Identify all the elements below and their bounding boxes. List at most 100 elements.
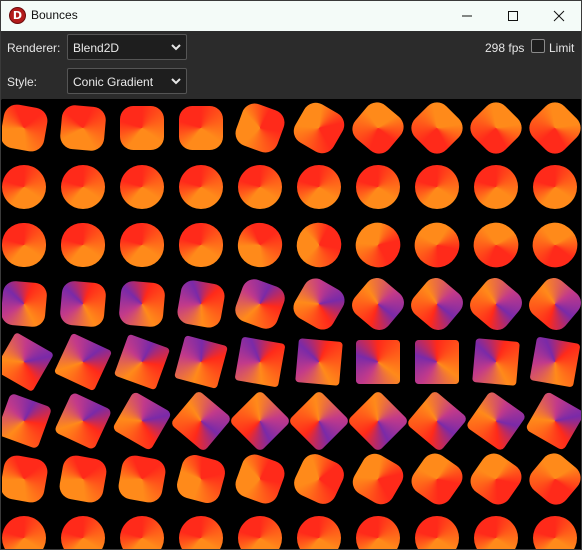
- bouncing-shape: [231, 275, 289, 332]
- limit-checkbox[interactable]: [531, 39, 545, 53]
- bouncing-shape: [234, 219, 286, 271]
- bouncing-shape: [465, 272, 527, 335]
- bouncing-shape: [533, 164, 577, 209]
- bouncing-shape: [179, 164, 223, 209]
- bouncing-shape: [356, 340, 400, 384]
- bouncing-shape: [405, 99, 469, 160]
- bouncing-shape: [2, 392, 53, 449]
- bouncing-shape: [61, 164, 105, 209]
- bouncing-shape: [406, 389, 468, 452]
- bouncing-shape: [111, 390, 173, 451]
- bouncing-shape: [61, 515, 105, 549]
- bouncing-shape: [59, 104, 107, 152]
- renderer-select-value: Blend2D: [73, 41, 120, 55]
- bouncing-shape: [347, 99, 409, 159]
- style-select-value: Conic Gradient: [73, 75, 154, 89]
- bouncing-shape: [228, 389, 292, 452]
- bouncing-shape: [465, 389, 527, 452]
- app-logo-icon: D: [9, 7, 26, 24]
- bouncing-shape: [174, 452, 228, 506]
- maximize-button[interactable]: [490, 1, 536, 31]
- style-label: Style:: [7, 75, 38, 89]
- bouncing-shape: [474, 164, 518, 209]
- bouncing-shape: [295, 338, 343, 386]
- bouncing-shape: [231, 450, 289, 508]
- bouncing-shape: [231, 99, 289, 157]
- bouncing-shape: [2, 453, 50, 505]
- bouncing-shape: [61, 223, 105, 267]
- bouncing-shape: [406, 448, 468, 510]
- bouncing-shape: [2, 102, 50, 154]
- bouncing-shape: [175, 278, 227, 329]
- window-title: Bounces: [31, 8, 78, 22]
- bouncing-shape: [472, 338, 520, 386]
- fps-counter: 298 fps: [485, 41, 525, 55]
- bouncing-shape: [179, 223, 223, 267]
- renderer-label: Renderer:: [7, 41, 61, 55]
- bouncing-shape: [53, 332, 113, 392]
- minimize-icon: [462, 15, 472, 17]
- bouncing-shape: [529, 336, 581, 388]
- bouncing-shape: [465, 448, 527, 510]
- bouncing-shape: [179, 106, 223, 150]
- bouncing-shape: [118, 279, 166, 328]
- renderer-select[interactable]: Blend2D: [67, 34, 187, 60]
- render-canvas[interactable]: [2, 99, 581, 549]
- bouncing-shape: [288, 273, 350, 334]
- bouncing-shape: [57, 453, 109, 505]
- app-window: D Bounces Renderer: Blend2D 298 fps Limi…: [0, 0, 582, 550]
- bouncing-shape: [524, 272, 581, 335]
- bouncing-shape: [297, 515, 341, 549]
- bouncing-shape: [356, 515, 400, 549]
- bouncing-shape: [464, 99, 528, 160]
- bouncing-shape: [287, 389, 351, 452]
- bouncing-shape: [533, 515, 577, 549]
- bouncing-shape: [174, 335, 228, 389]
- bouncing-shape: [2, 223, 46, 267]
- bouncing-shape: [120, 223, 164, 267]
- bouncing-shape: [113, 333, 171, 391]
- bouncing-shape: [116, 453, 168, 505]
- bouncing-shape: [406, 214, 468, 276]
- bouncing-shape: [238, 164, 282, 209]
- bouncing-shape: [238, 515, 282, 549]
- bouncing-shape: [524, 390, 581, 451]
- bouncing-shape: [288, 99, 350, 159]
- renderer-toolbar: Renderer: Blend2D 298 fps Limit: [1, 31, 581, 66]
- style-toolbar: Style: Conic Gradient: [1, 65, 581, 100]
- bouncing-shape: [289, 449, 349, 509]
- bouncing-shape: [53, 391, 113, 450]
- bouncing-shape: [2, 279, 48, 328]
- bouncing-shape: [347, 448, 409, 510]
- bouncing-shape: [234, 336, 286, 388]
- bouncing-shape: [474, 515, 518, 549]
- bouncing-shape: [179, 515, 223, 549]
- title-bar[interactable]: D Bounces: [1, 1, 581, 32]
- style-select[interactable]: Conic Gradient: [67, 68, 187, 94]
- bouncing-shape: [406, 272, 468, 335]
- bouncing-shape: [170, 389, 232, 452]
- maximize-icon: [508, 11, 518, 21]
- bouncing-shape: [356, 164, 400, 209]
- bouncing-shape: [120, 164, 164, 209]
- bouncing-shape: [523, 99, 581, 160]
- bouncing-shape: [415, 515, 459, 549]
- bouncing-shape: [524, 214, 581, 276]
- bouncing-shape: [465, 214, 527, 276]
- limit-label[interactable]: Limit: [549, 41, 574, 55]
- bouncing-shape: [415, 340, 459, 384]
- bouncing-shape: [347, 214, 409, 276]
- bouncing-shape: [2, 515, 46, 549]
- bouncing-shape: [297, 164, 341, 209]
- bouncing-shape: [290, 216, 348, 274]
- bouncing-shape: [2, 164, 46, 209]
- bouncing-shape: [524, 448, 581, 510]
- bouncing-shape: [59, 279, 107, 328]
- chevron-down-icon: [171, 44, 181, 51]
- bouncing-shape: [346, 389, 410, 452]
- close-button[interactable]: [536, 1, 582, 31]
- bouncing-shape: [347, 272, 409, 335]
- bouncing-shape: [120, 515, 164, 549]
- minimize-button[interactable]: [444, 1, 490, 31]
- bouncing-shape: [2, 331, 55, 393]
